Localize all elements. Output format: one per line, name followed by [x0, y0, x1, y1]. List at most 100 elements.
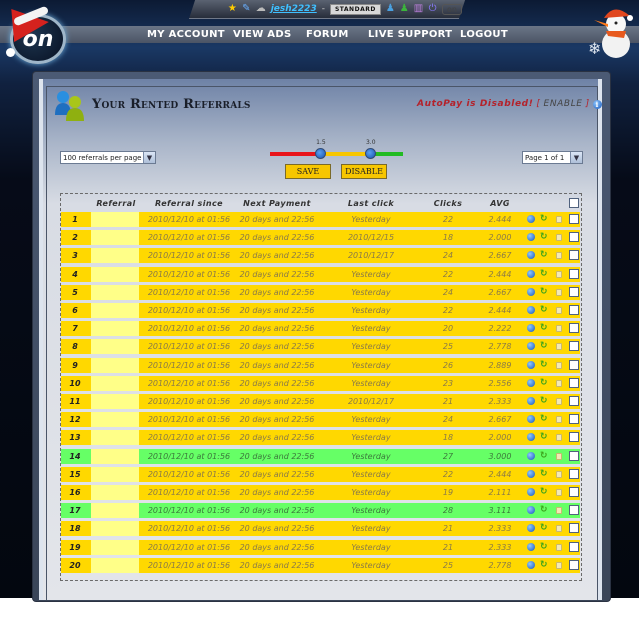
- row-checkbox[interactable]: [569, 232, 579, 243]
- info-icon[interactable]: [527, 342, 535, 351]
- row-checkbox[interactable]: [569, 359, 579, 370]
- row-checkbox[interactable]: [569, 341, 579, 352]
- recycle-icon[interactable]: ↻: [540, 215, 549, 224]
- table-row[interactable]: 1 2010/12/10 at 01:56 20 days and 22:56 Yes…: [61, 212, 580, 227]
- info-icon[interactable]: i: [592, 99, 602, 109]
- info-icon[interactable]: [527, 415, 535, 424]
- info-icon[interactable]: [527, 488, 535, 496]
- lock-icon[interactable]: [556, 307, 562, 314]
- table-row[interactable]: 9 2010/12/10 at 01:56 20 days and 22:56 Yes…: [61, 357, 580, 373]
- recycle-icon[interactable]: ↻: [540, 342, 549, 351]
- referral-name-hidden[interactable]: [91, 248, 139, 264]
- row-checkbox[interactable]: [569, 268, 579, 279]
- recycle-icon[interactable]: ↻: [540, 324, 549, 333]
- recycle-icon[interactable]: ↻: [540, 469, 549, 479]
- recycle-icon[interactable]: ↻: [540, 378, 549, 388]
- table-row[interactable]: 13 2010/12/10 at 01:56 20 days and 22:56 Ye…: [61, 430, 580, 446]
- table-row[interactable]: 18 2010/12/10 at 01:56 20 days and 22:56 Ye…: [61, 521, 580, 537]
- lock-icon[interactable]: [556, 525, 562, 533]
- referral-name-hidden[interactable]: [91, 539, 139, 555]
- row-checkbox[interactable]: [569, 487, 579, 497]
- lock-icon[interactable]: [556, 379, 562, 387]
- referrals-per-page-select[interactable]: 100 referrals per page ▼: [60, 151, 156, 164]
- info-icon[interactable]: [527, 451, 535, 460]
- table-row[interactable]: 2 2010/12/10 at 01:56 20 days and 22:56 201…: [61, 230, 580, 246]
- info-icon[interactable]: [527, 251, 535, 260]
- info-icon[interactable]: [527, 469, 535, 478]
- referral-name-hidden[interactable]: [91, 230, 139, 246]
- recycle-icon[interactable]: ↻: [540, 451, 549, 461]
- pin-icon[interactable]: ✎: [242, 4, 251, 14]
- recycle-icon[interactable]: ↻: [540, 269, 549, 279]
- row-checkbox[interactable]: [569, 559, 579, 570]
- referral-name-hidden[interactable]: [91, 266, 139, 282]
- username-link[interactable]: jesh2223: [271, 4, 317, 14]
- recycle-icon[interactable]: ↻: [540, 415, 549, 424]
- info-icon[interactable]: [527, 506, 535, 515]
- lock-icon[interactable]: [556, 288, 562, 296]
- info-icon[interactable]: [527, 306, 535, 314]
- lock-icon[interactable]: [556, 434, 562, 442]
- info-icon[interactable]: [527, 560, 535, 569]
- row-checkbox[interactable]: [569, 286, 579, 297]
- lock-icon[interactable]: [556, 234, 562, 242]
- slider-handle-low[interactable]: 1.5: [314, 139, 326, 159]
- row-checkbox[interactable]: [569, 305, 579, 315]
- col-next-payment[interactable]: Next Payment: [235, 199, 319, 208]
- lock-icon[interactable]: [556, 252, 562, 260]
- row-checkbox[interactable]: [569, 414, 579, 425]
- stats-icon[interactable]: ▥: [414, 4, 423, 14]
- user-blue-icon[interactable]: ♟: [386, 4, 395, 14]
- row-checkbox[interactable]: [569, 432, 579, 443]
- table-row[interactable]: 10 2010/12/10 at 01:56 20 days and 22:56 Ye…: [61, 375, 580, 391]
- recycle-icon[interactable]: ↻: [540, 506, 549, 515]
- info-icon[interactable]: [527, 324, 535, 333]
- info-icon[interactable]: [527, 524, 535, 533]
- referral-name-hidden[interactable]: [91, 321, 139, 337]
- lock-icon[interactable]: [556, 343, 562, 351]
- recycle-icon[interactable]: ↻: [540, 542, 549, 552]
- lock-icon[interactable]: [556, 470, 562, 478]
- info-icon[interactable]: [527, 233, 535, 242]
- row-checkbox[interactable]: [569, 396, 579, 406]
- col-referral[interactable]: Referral: [91, 199, 141, 208]
- referral-name-hidden[interactable]: [91, 557, 139, 573]
- table-row[interactable]: 14 2010/12/10 at 01:56 20 days and 22:56 Ye…: [61, 448, 580, 464]
- nav-forum[interactable]: Forum: [306, 29, 368, 40]
- referral-name-hidden[interactable]: [91, 521, 139, 537]
- recycle-icon[interactable]: ↻: [540, 233, 549, 242]
- referral-name-hidden[interactable]: [91, 212, 139, 227]
- table-row[interactable]: 16 2010/12/10 at 01:56 20 days and 22:56 Ye…: [61, 485, 580, 500]
- disable-button[interactable]: DISABLE: [341, 164, 387, 179]
- recycle-icon[interactable]: ↻: [540, 524, 549, 533]
- referral-name-hidden[interactable]: [91, 339, 139, 355]
- row-checkbox[interactable]: [569, 450, 579, 461]
- referral-name-hidden[interactable]: [91, 357, 139, 373]
- lock-icon[interactable]: [556, 416, 562, 424]
- table-row[interactable]: 17 2010/12/10 at 01:56 20 days and 22:56 Ye…: [61, 503, 580, 519]
- referral-name-hidden[interactable]: [91, 448, 139, 464]
- info-icon[interactable]: [527, 378, 535, 387]
- star-icon[interactable]: ★: [228, 4, 237, 14]
- referral-name-hidden[interactable]: [91, 284, 139, 300]
- row-checkbox[interactable]: [569, 250, 579, 261]
- info-icon[interactable]: [527, 433, 535, 442]
- table-row[interactable]: 4 2010/12/10 at 01:56 20 days and 22:56 Yes…: [61, 266, 580, 282]
- slider-handle-high[interactable]: 3.0: [364, 139, 376, 159]
- table-row[interactable]: 8 2010/12/10 at 01:56 20 days and 22:56 Yes…: [61, 339, 580, 355]
- recycle-icon[interactable]: ↻: [540, 560, 549, 570]
- col-referral-since[interactable]: Referral since: [147, 199, 231, 208]
- info-icon[interactable]: [527, 397, 535, 405]
- referral-name-hidden[interactable]: [91, 503, 139, 519]
- row-checkbox[interactable]: [569, 377, 579, 388]
- referral-name-hidden[interactable]: [91, 303, 139, 318]
- lock-icon[interactable]: [556, 489, 562, 496]
- table-row[interactable]: 11 2010/12/10 at 01:56 20 days and 22:56 20…: [61, 394, 580, 409]
- lock-icon[interactable]: [556, 361, 562, 369]
- lock-icon[interactable]: [556, 543, 562, 551]
- nav-my-account[interactable]: My Account: [147, 29, 233, 40]
- referral-name-hidden[interactable]: [91, 430, 139, 446]
- col-clicks[interactable]: Clicks: [423, 199, 473, 208]
- cloud-icon[interactable]: ☁: [256, 4, 266, 14]
- col-avg[interactable]: AVG: [483, 199, 517, 208]
